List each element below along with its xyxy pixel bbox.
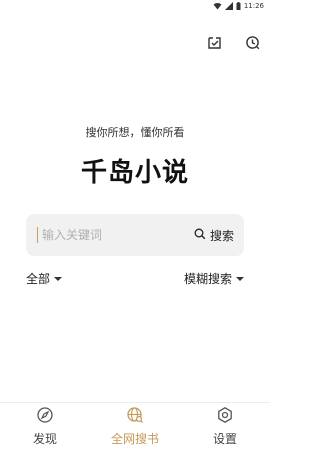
dropdown-triangle-icon: [236, 276, 244, 281]
signal-icon: [224, 2, 233, 10]
globe-icon: [126, 406, 144, 427]
app-title: 千岛小说: [80, 158, 189, 188]
nav-item-global-search[interactable]: 全网搜书: [95, 406, 175, 447]
wifi-icon: [213, 2, 222, 10]
dropdown-triangle-icon: [54, 276, 63, 281]
search-button-label: 搜索: [209, 228, 234, 243]
check-calendar-icon[interactable]: [206, 34, 222, 50]
clock-history-icon[interactable]: [244, 34, 260, 50]
slogan: 搜你所想，懂你所看: [85, 126, 185, 139]
status-bar: 11:26: [0, 0, 270, 12]
category-dropdown[interactable]: 全部: [26, 270, 63, 287]
search-mode-dropdown[interactable]: 模糊搜索: [184, 270, 244, 287]
nav-item-discover[interactable]: 发现: [5, 406, 85, 447]
top-actions: [206, 34, 260, 50]
gear-icon: [216, 406, 234, 427]
status-time: 11:26: [243, 2, 264, 10]
text-caret: [37, 227, 38, 243]
search-mode-dropdown-label: 模糊搜索: [183, 272, 232, 286]
nav-item-label: 全网搜书: [110, 432, 159, 446]
filter-bar: 全部 模糊搜索: [26, 270, 244, 287]
nav-item-settings[interactable]: 设置: [185, 406, 265, 447]
category-dropdown-label: 全部: [26, 272, 51, 286]
battery-icon: [236, 2, 241, 10]
nav-item-label: 发现: [32, 432, 57, 446]
search-button[interactable]: 搜索: [194, 227, 234, 244]
search-input[interactable]: [40, 227, 194, 243]
search-icon: [194, 228, 206, 243]
compass-icon: [36, 406, 54, 427]
bottom-nav: 发现 全网搜书 设置: [0, 402, 270, 450]
nav-item-label: 设置: [212, 432, 237, 446]
search-box: 搜索: [26, 214, 244, 256]
